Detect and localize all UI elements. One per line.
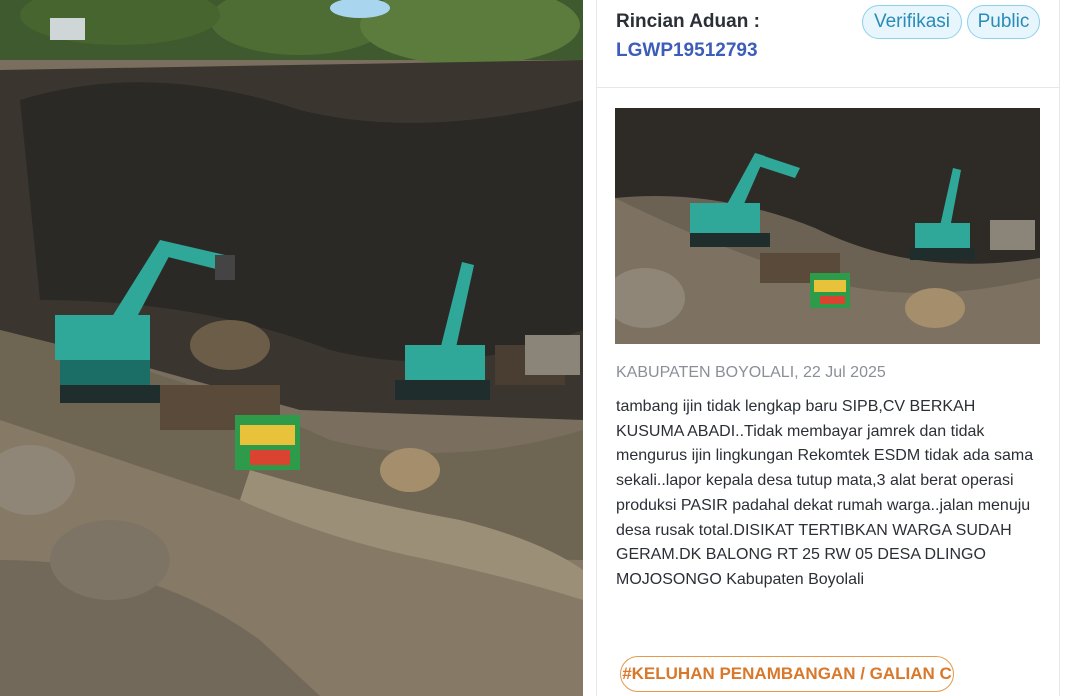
status-badge-verifikasi: Verifikasi (862, 5, 962, 39)
complaint-location-date: KABUPATEN BOYOLALI, 22 Jul 2025 (616, 364, 886, 381)
category-tag[interactable]: #KELUHAN PENAMBANGAN / GALIAN C (620, 656, 954, 692)
complaint-id: LGWP19512793 (616, 40, 758, 61)
status-badge-public: Public (967, 5, 1040, 39)
complaint-photo-large[interactable] (0, 0, 583, 696)
complaint-photo-thumbnail[interactable] (615, 108, 1040, 344)
complaint-description: tambang ijin tidak lengkap baru SIPB,CV … (616, 398, 1034, 588)
page-title: Rincian Aduan : (616, 11, 760, 32)
